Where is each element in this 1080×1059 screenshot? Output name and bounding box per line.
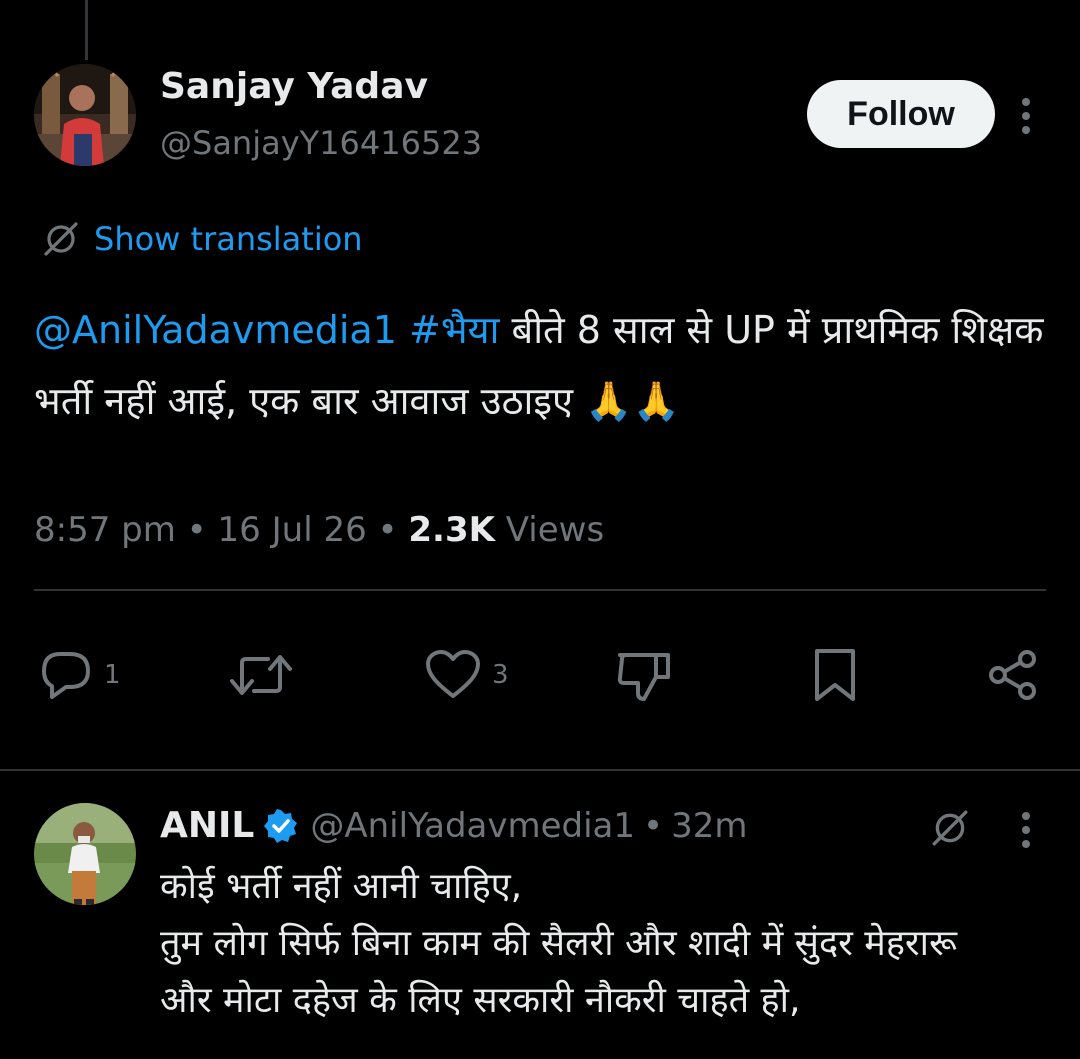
hashtag-link[interactable]: #भैया <box>409 308 499 352</box>
like-count: 3 <box>492 660 509 690</box>
repost-icon <box>230 655 292 695</box>
reply-button[interactable]: 1 <box>38 645 121 705</box>
like-icon <box>426 650 480 698</box>
repost-button[interactable] <box>228 645 294 705</box>
dislike-button[interactable] <box>614 645 672 705</box>
reply-text-line: तुम लोग सिर्फ बिना काम की सैलरी और शादी … <box>160 923 957 964</box>
tweet-date: 16 Jul 26 <box>217 510 367 550</box>
author-handle[interactable]: @SanjayY16416523 <box>160 124 482 162</box>
verified-badge-icon <box>264 808 298 843</box>
translate-icon <box>932 810 968 846</box>
show-translation-label: Show translation <box>94 220 363 258</box>
reply-icon <box>42 652 90 699</box>
divider <box>34 589 1046 591</box>
reply-text-line: कोई भर्ती नहीं आनी चाहिए, <box>160 866 523 907</box>
reply-text: कोई भर्ती नहीं आनी चाहिए, तुम लोग सिर्फ … <box>160 858 1060 1029</box>
share-icon <box>989 650 1036 700</box>
dislike-icon <box>617 653 670 701</box>
author-name[interactable]: Sanjay Yadav <box>160 66 428 107</box>
translate-icon <box>44 222 78 256</box>
share-button[interactable] <box>986 645 1040 705</box>
reply-separator: • <box>643 805 664 846</box>
tweet-time: 8:57 pm <box>34 510 176 550</box>
bookmark-icon <box>815 649 855 701</box>
more-icon <box>1022 812 1030 848</box>
reply-author-handle[interactable]: @AnilYadavmedia1 <box>310 806 635 846</box>
more-options-button[interactable] <box>1010 96 1042 136</box>
reply-author-avatar[interactable] <box>34 803 136 905</box>
bookmark-button[interactable] <box>812 645 858 705</box>
reply-author-name[interactable]: ANIL <box>160 805 254 846</box>
author-avatar[interactable] <box>34 64 136 166</box>
reply-count: 1 <box>104 660 121 690</box>
reply-translate-button[interactable] <box>930 808 970 852</box>
reply-text-line: और मोटा दहेज के लिए सरकारी नौकरी चाहते ह… <box>160 980 801 1021</box>
views-count[interactable]: 2.3K <box>408 510 495 550</box>
meta-separator: • <box>366 510 409 550</box>
reply-header: ANIL @AnilYadavmedia1 • 32m <box>160 805 747 846</box>
mention-link[interactable]: @AnilYadavmedia1 <box>34 308 397 352</box>
tweet-text: @AnilYadavmedia1 #भैया बीते 8 साल से UP … <box>34 295 1044 437</box>
follow-button[interactable]: Follow <box>807 80 995 148</box>
reply-time[interactable]: 32m <box>671 806 747 846</box>
tweet-meta: 8:57 pm • 16 Jul 26 • 2.3K Views <box>34 510 604 550</box>
show-translation-link[interactable]: Show translation <box>42 220 363 258</box>
views-label: Views <box>494 510 605 550</box>
meta-separator: • <box>175 510 218 550</box>
more-icon <box>1022 98 1030 134</box>
divider <box>0 769 1080 771</box>
thread-line <box>85 0 88 60</box>
like-button[interactable]: 3 <box>424 645 509 705</box>
reply-more-options-button[interactable] <box>1010 810 1042 850</box>
